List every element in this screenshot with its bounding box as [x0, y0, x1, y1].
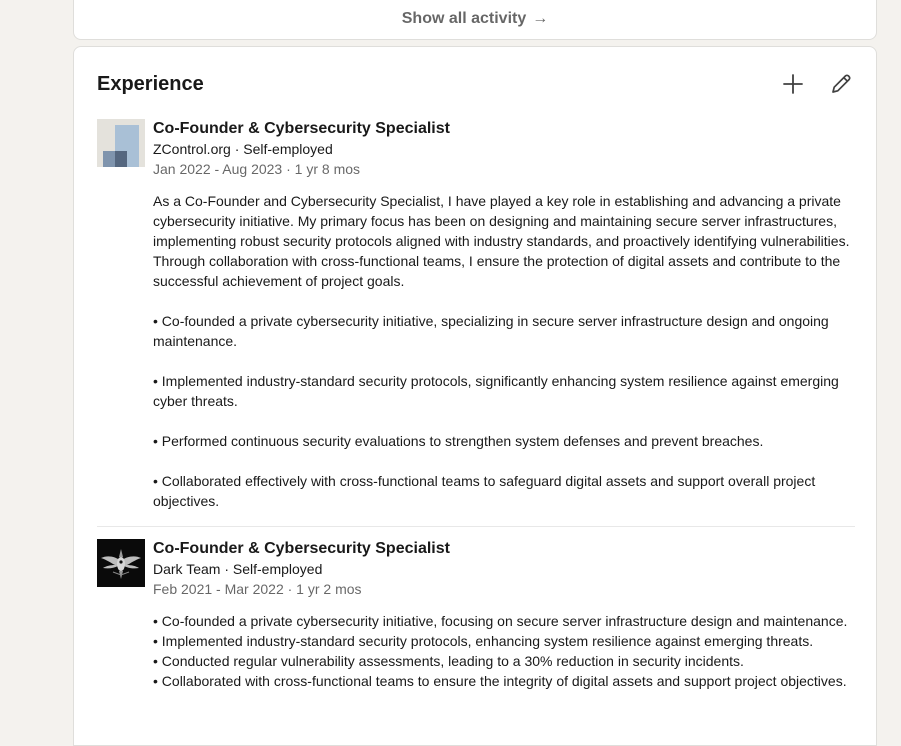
experience-details: Co-Founder & Cybersecurity Specialist Da…	[153, 539, 855, 691]
description-bullet: • Conducted regular vulnerability assess…	[153, 653, 744, 669]
description-bullet: • Implemented industry-standard security…	[153, 373, 839, 409]
activity-card: Show all activity →	[73, 0, 877, 40]
entry-divider	[97, 526, 855, 527]
date-range: Feb 2021 - Mar 2022 · 1 yr 2 mos	[153, 581, 362, 597]
section-title: Experience	[97, 73, 204, 95]
plus-icon	[781, 72, 805, 96]
description-bullet: • Implemented industry-standard security…	[153, 633, 814, 649]
company-name: ZControl.org · Self-employed	[153, 141, 333, 157]
job-title[interactable]: Co-Founder & Cybersecurity Specialist	[153, 539, 855, 559]
dark-team-logo[interactable]	[97, 539, 145, 587]
add-experience-button[interactable]	[776, 67, 810, 101]
show-all-activity-button[interactable]: Show all activity →	[74, 0, 876, 39]
description-bullet: • Performed continuous security evaluati…	[153, 433, 764, 449]
job-description: As a Co-Founder and Cybersecurity Specia…	[153, 191, 855, 511]
description-paragraph: As a Co-Founder and Cybersecurity Specia…	[153, 193, 850, 289]
job-title[interactable]: Co-Founder & Cybersecurity Specialist	[153, 119, 855, 139]
description-bullet: • Collaborated with cross-functional tea…	[153, 673, 847, 689]
edit-experience-button[interactable]	[824, 67, 858, 101]
experience-details: Co-Founder & Cybersecurity Specialist ZC…	[153, 119, 855, 511]
experience-card: Experience Co-Founder & Cybersecurity Sp…	[73, 46, 877, 746]
zcontrol-logo[interactable]	[97, 119, 145, 167]
show-all-activity-label: Show all activity	[401, 10, 527, 27]
description-bullet: • Co-founded a private cybersecurity ini…	[153, 613, 848, 629]
company-name: Dark Team · Self-employed	[153, 561, 323, 577]
date-range: Jan 2022 - Aug 2023 · 1 yr 8 mos	[153, 161, 361, 177]
job-description: • Co-founded a private cybersecurity ini…	[153, 611, 855, 691]
arrow-right-icon: →	[532, 10, 549, 27]
description-bullet: • Collaborated effectively with cross-fu…	[153, 473, 816, 509]
pencil-icon	[829, 72, 853, 96]
description-bullet: • Co-founded a private cybersecurity ini…	[153, 313, 829, 349]
